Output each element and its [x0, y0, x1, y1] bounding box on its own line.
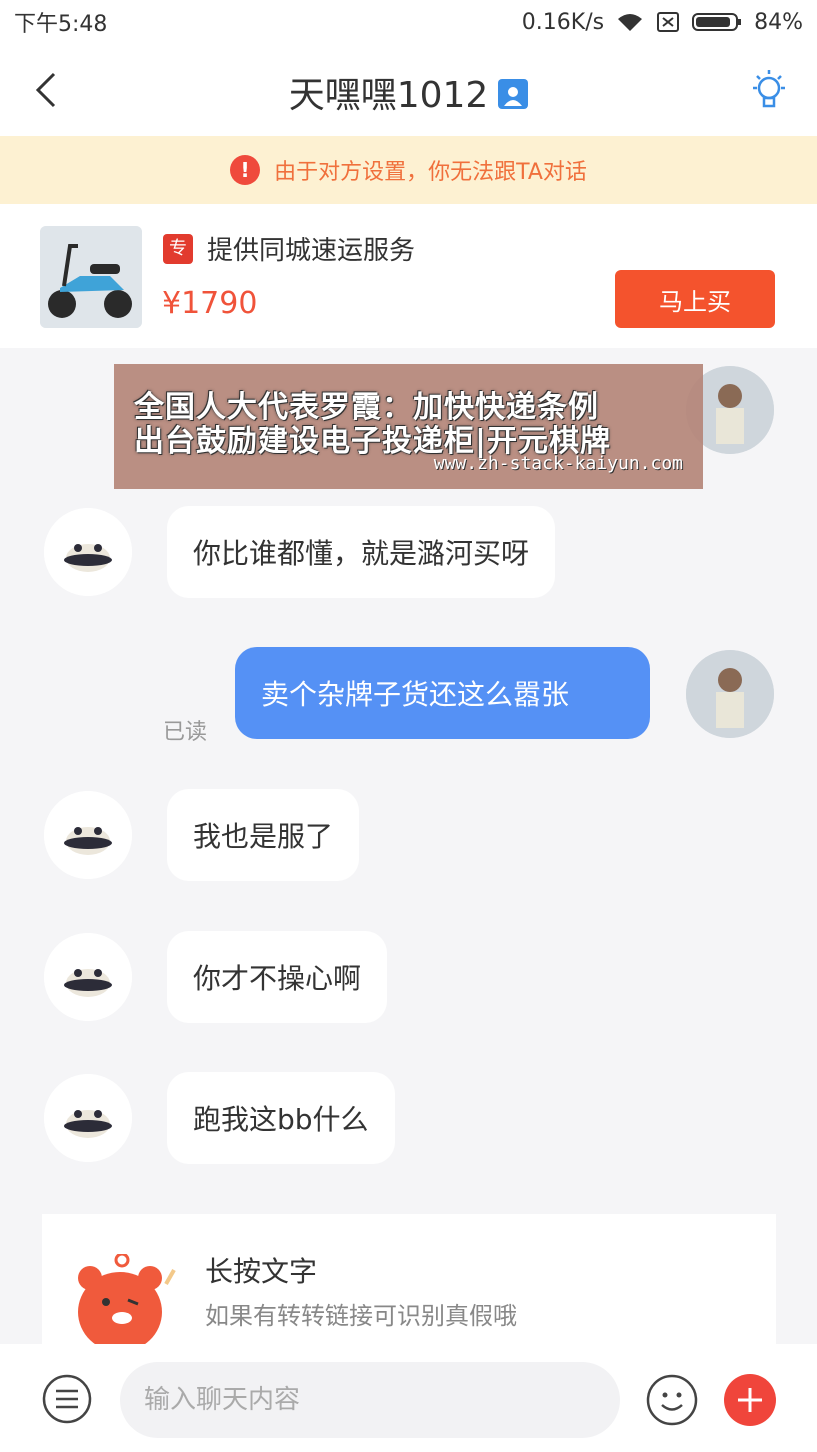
emoji-icon[interactable] [646, 1374, 698, 1426]
tip-title: 长按文字 [205, 1255, 318, 1288]
chat-input-bar [0, 1344, 817, 1452]
network-speed: 0.16K/s [521, 9, 605, 35]
avatar[interactable] [44, 791, 132, 879]
alert-icon: ! [230, 155, 261, 185]
product-title: 提供同城速运服务 [207, 236, 416, 266]
status-indicators: 0.16K/s 84% [522, 10, 803, 35]
wifi-icon [618, 14, 643, 31]
status-bar: 下午5:48 0.16K/s 84% [0, 0, 817, 44]
buy-now-button[interactable]: 马上买 [615, 270, 775, 328]
watermark-overlay: 全国人大代表罗霞：加快快递条例 出台鼓励建设电子投递柜|开元棋牌 www.zh-… [114, 364, 703, 489]
chat-message-input[interactable] [120, 1362, 620, 1438]
message-bubble[interactable]: 卖个杂牌子货还这么嚣张 [235, 647, 650, 739]
product-card[interactable]: 专 提供同城速运服务 ¥1790 马上买 [0, 204, 817, 348]
avatar[interactable] [44, 1074, 132, 1162]
overlay-url: www.zh-stack-kaiyun.com [433, 453, 683, 474]
message-bubble[interactable]: 你才不操心啊 [167, 931, 388, 1023]
notice-text: 由于对方设置，你无法跟TA对话 [274, 160, 587, 185]
user-badge-icon [498, 79, 529, 109]
product-image[interactable] [40, 226, 142, 328]
battery-icon [692, 13, 742, 31]
message-bubble[interactable]: 你比谁都懂，就是潞河买呀 [167, 506, 556, 598]
status-time: 下午5:48 [14, 12, 108, 37]
tip-subtitle: 如果有转转链接可识别真假哦 [205, 1302, 517, 1330]
message-text: 你比谁都懂，就是潞河买呀 [193, 537, 530, 570]
message-text: 我也是服了 [193, 820, 334, 853]
chat-header: 天嘿嘿1012 [0, 44, 817, 136]
lightbulb-icon[interactable] [749, 68, 789, 114]
avatar[interactable] [686, 650, 774, 738]
sim-off-icon [657, 12, 680, 32]
product-price: ¥1790 [162, 286, 258, 321]
message-text: 卖个杂牌子货还这么嚣张 [261, 678, 570, 711]
message-text: 跑我这bb什么 [193, 1103, 369, 1136]
message-bubble[interactable]: 我也是服了 [167, 789, 360, 881]
battery-level: 84% [754, 9, 803, 35]
product-badge: 专 [163, 234, 193, 264]
bear-mascot-icon [78, 1254, 176, 1352]
avatar[interactable] [44, 933, 132, 1021]
avatar[interactable] [44, 508, 132, 596]
read-status: 已读 [163, 720, 208, 745]
message-text: 你才不操心啊 [193, 962, 362, 995]
plus-icon[interactable] [724, 1374, 776, 1426]
tip-card: 长按文字 如果有转转链接可识别真假哦 [42, 1214, 776, 1354]
menu-icon[interactable] [42, 1374, 92, 1424]
chat-restricted-notice: ! 由于对方设置，你无法跟TA对话 [0, 136, 817, 204]
message-bubble[interactable]: 跑我这bb什么 [167, 1072, 395, 1164]
page-title: 天嘿嘿1012 [0, 66, 817, 118]
chat-partner-name: 天嘿嘿1012 [288, 75, 489, 116]
